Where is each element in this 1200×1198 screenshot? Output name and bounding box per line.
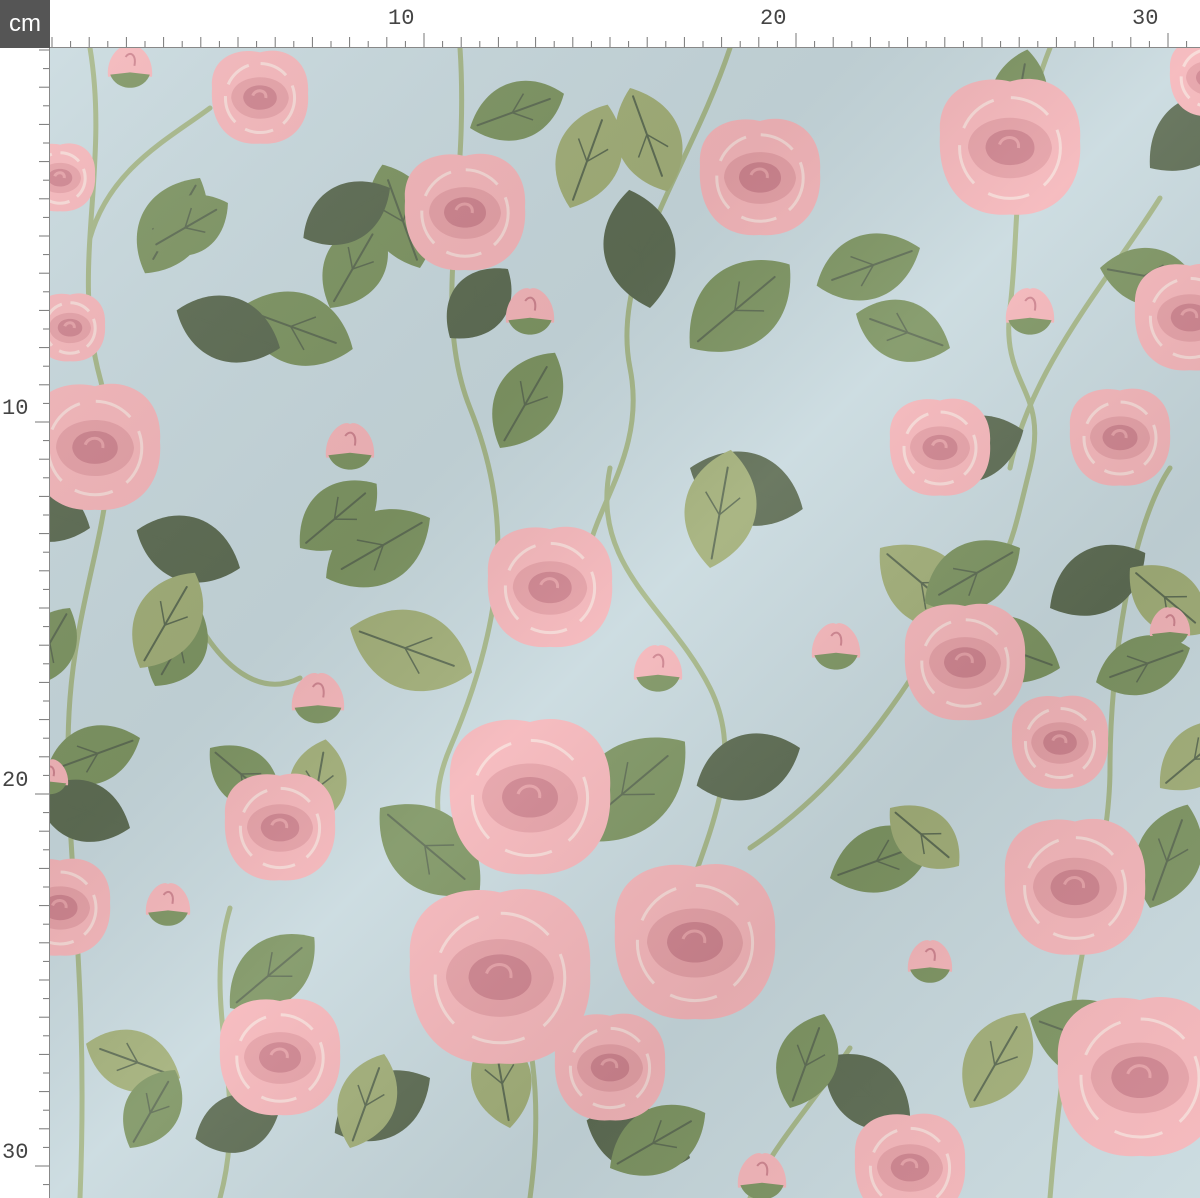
top-ruler-label-10: 10 — [388, 6, 415, 31]
top-ruler: 10 20 30 — [50, 0, 1200, 48]
left-ruler-label-20: 20 — [2, 768, 29, 793]
top-ruler-ticks — [51, 33, 1188, 47]
top-ruler-label-30: 30 — [1132, 6, 1159, 31]
fabric-swatch — [50, 48, 1200, 1198]
left-ruler-ticks — [35, 49, 49, 1186]
left-ruler-label-10: 10 — [2, 396, 29, 421]
unit-indicator: cm — [0, 0, 50, 48]
top-ruler-label-20: 20 — [760, 6, 787, 31]
left-ruler-label-30: 30 — [2, 1140, 29, 1165]
drape-shading — [50, 48, 1200, 1198]
fabric-preview: cm 10 20 30 10 20 30 — [0, 0, 1200, 1198]
left-ruler: 10 20 30 — [0, 48, 50, 1198]
rose-pattern — [50, 48, 1200, 1198]
